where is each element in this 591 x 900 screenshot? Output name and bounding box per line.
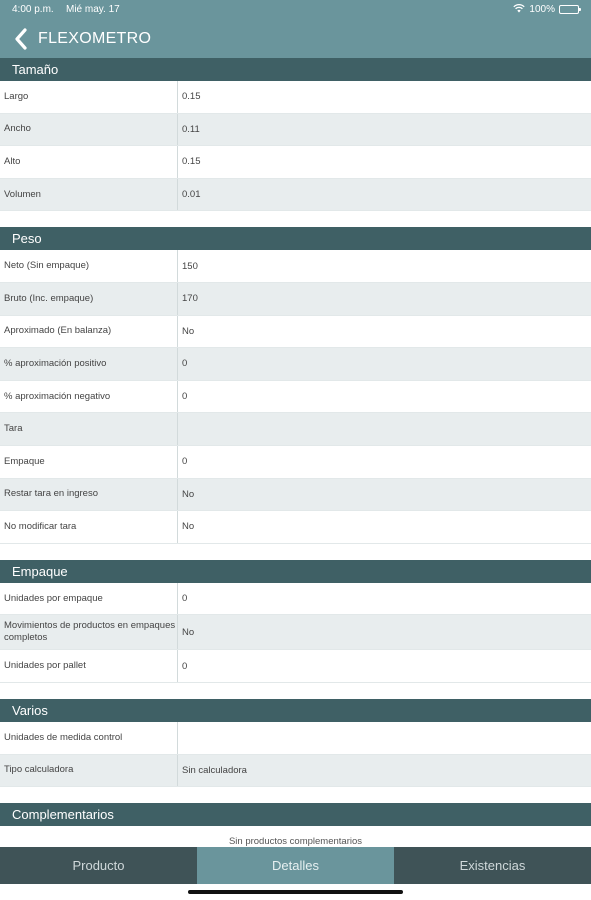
tab-producto[interactable]: Producto (0, 847, 197, 884)
home-indicator[interactable] (188, 890, 403, 894)
table-row: No modificar tara No (0, 511, 591, 544)
section-empaque: Empaque Unidades por empaque 0 Movimient… (0, 559, 591, 683)
row-value (178, 413, 591, 445)
row-value: No (182, 488, 195, 500)
battery-label: 100% (529, 4, 555, 15)
table-row: Empaque 0 (0, 445, 591, 479)
section-header-peso: Peso (0, 227, 591, 251)
row-value: 0.01 (182, 189, 201, 201)
row-label: Aproximado (En balanza) (0, 315, 178, 348)
row-value: Sin calculadora (182, 764, 247, 776)
section-varios: Varios Unidades de medida control Tipo c… (0, 698, 591, 788)
row-label: Unidades por empaque (0, 582, 178, 615)
row-label: % aproximación negativo (0, 380, 178, 413)
tab-bar: Producto Detalles Existencias (0, 847, 591, 884)
row-label: Unidades por pallet (0, 650, 178, 682)
section-header-empaque: Empaque (0, 559, 591, 583)
row-label: Neto (Sin empaque) (0, 250, 178, 282)
row-label: Empaque (0, 445, 178, 478)
table-row: Largo 0.15 (0, 81, 591, 114)
row-label: Unidades de medida control (0, 721, 178, 754)
empty-complementarios-text: Sin productos complementarios (228, 836, 363, 847)
row-value: 0.11 (182, 123, 200, 135)
row-value: 0 (182, 358, 188, 370)
table-row: Volumen 0.01 (0, 178, 591, 212)
section-peso: Peso Neto (Sin empaque) 150 Bruto (Inc. … (0, 227, 591, 544)
row-label: Alto (0, 146, 178, 178)
table-row: Tipo calculadora Sin calculadora (0, 754, 591, 788)
row-value (178, 722, 591, 754)
table-row: Unidades por pallet 0 (0, 650, 591, 683)
section-header-complementarios: Complementarios (0, 803, 591, 827)
row-value: 0.15 (182, 91, 201, 103)
row-label: Bruto (Inc. empaque) (0, 282, 178, 315)
row-value: 0 (182, 456, 188, 468)
tab-existencias[interactable]: Existencias (394, 847, 591, 884)
row-value: 0 (182, 660, 188, 672)
row-value: 0 (182, 391, 188, 403)
details-content[interactable]: Tamaño Largo 0.15 Ancho 0.11 Alto 0.15 V… (0, 58, 591, 847)
page-title: FLEXOMETRO (38, 30, 152, 47)
table-row: Alto 0.15 (0, 146, 591, 179)
row-value: 150 (182, 260, 198, 272)
row-label: Tipo calculadora (0, 754, 178, 787)
row-label: Largo (0, 81, 178, 113)
row-label: Ancho (0, 113, 178, 146)
wifi-icon (513, 3, 526, 16)
battery-icon (559, 5, 581, 14)
table-row: Tara (0, 413, 591, 446)
row-value: No (182, 521, 195, 533)
section-complementarios: Complementarios Sin productos complement… (0, 803, 591, 847)
row-label: No modificar tara (0, 511, 178, 543)
status-right: 100% (513, 3, 581, 16)
table-row: Aproximado (En balanza) No (0, 315, 591, 349)
nav-bar: FLEXOMETRO (0, 20, 591, 58)
table-row: % aproximación negativo 0 (0, 380, 591, 414)
table-row: Unidades por empaque 0 (0, 582, 591, 616)
status-time: 4:00 p.m. (12, 4, 54, 15)
row-value: No (182, 626, 195, 638)
section-header-tamano: Tamaño (0, 58, 591, 81)
table-row: Unidades de medida control (0, 721, 591, 755)
row-label: Movimientos de productos en empaques com… (0, 615, 178, 650)
row-label: Volumen (0, 178, 178, 211)
row-label: % aproximación positivo (0, 348, 178, 380)
back-button[interactable] (8, 26, 34, 52)
table-row: % aproximación positivo 0 (0, 348, 591, 381)
table-row: Restar tara en ingreso No (0, 478, 591, 512)
status-date: Mié may. 17 (66, 4, 120, 15)
status-bar: 4:00 p.m. Mié may. 17 100% (0, 0, 591, 20)
row-value: 170 (182, 293, 198, 305)
row-value: 0.15 (182, 156, 201, 168)
row-value: No (182, 325, 195, 337)
row-value: 0 (182, 593, 188, 605)
row-label: Tara (0, 413, 178, 445)
section-header-varios: Varios (0, 698, 591, 722)
section-tamano: Tamaño Largo 0.15 Ancho 0.11 Alto 0.15 V… (0, 58, 591, 212)
table-row: Neto (Sin empaque) 150 (0, 250, 591, 283)
table-row: Movimientos de productos en empaques com… (0, 615, 591, 651)
chevron-left-icon (15, 28, 27, 50)
tab-detalles[interactable]: Detalles (197, 847, 394, 884)
table-row: Ancho 0.11 (0, 113, 591, 147)
row-label: Restar tara en ingreso (0, 478, 178, 511)
table-row: Bruto (Inc. empaque) 170 (0, 282, 591, 316)
